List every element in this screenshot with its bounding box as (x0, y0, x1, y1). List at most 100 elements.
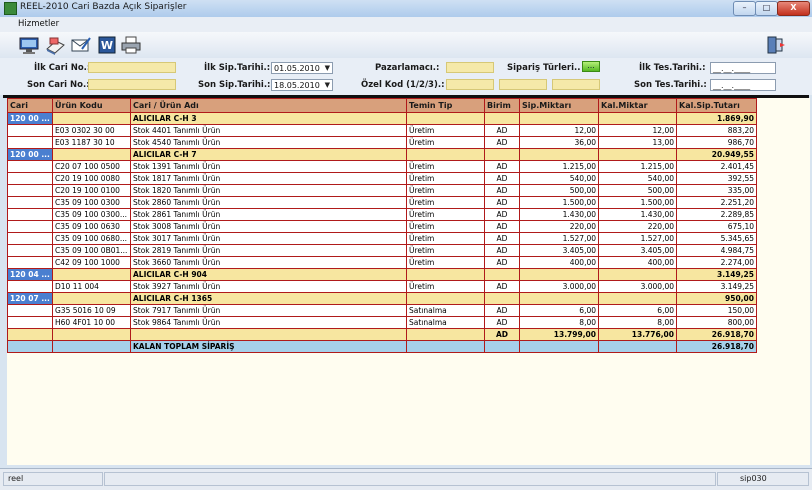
table-row[interactable]: C42 09 100 1000 Stok 3660 Tanımlı Ürün Üre… (7, 256, 757, 269)
table-row[interactable]: C35 09 100 0630 Stok 3008 Tanımlı Ürün Üre… (7, 220, 757, 233)
cell-sip (519, 268, 599, 281)
col-header-birim[interactable]: Birim (484, 98, 520, 113)
ilk-sip-tarihi-picker[interactable]: 01.05.2010 ▼ (271, 62, 333, 74)
ozel-kod-1-input[interactable]: ____ (446, 79, 494, 90)
table-row[interactable]: C35 09 100 0B01... Stok 2819 Tanımlı Ürün… (7, 244, 757, 257)
col-header-urun-kodu[interactable]: Ürün Kodu (52, 98, 131, 113)
col-header-cari-urun-adi[interactable]: Cari / Ürün Adı (130, 98, 407, 113)
cell-cari (7, 136, 53, 149)
son-tes-tarihi-input[interactable]: __.__.____ (710, 79, 776, 91)
exit-door-icon[interactable] (764, 35, 786, 55)
cell-birim (484, 292, 520, 305)
maximize-button[interactable]: □ (755, 1, 778, 16)
cell-temin: Üretim (406, 244, 485, 257)
pazarlamaci-input[interactable]: __ __ (446, 62, 494, 73)
ilk-cari-label: İlk Cari No.: (34, 63, 91, 73)
table-row[interactable]: G35 5016 10 09 Stok 7917 Tanımlı Ürün Satı… (7, 304, 757, 317)
group-row[interactable]: 120 00 ... ALICILAR C-H 7 20.949,55 (7, 148, 757, 161)
cell-kod: H60 4F01 10 00 (52, 316, 131, 329)
cell-sip: 1.430,00 (519, 208, 599, 221)
cell-kod: C20 07 100 0500 (52, 160, 131, 173)
table-row[interactable]: H60 4F01 10 00 Stok 9864 Tanımlı Ürün Satı… (7, 316, 757, 329)
cell-cari (7, 244, 53, 257)
cell-tutar: 26.918,70 (676, 328, 757, 341)
cell-ad: KALAN TOPLAM SİPARİŞ (130, 340, 407, 353)
monitor-icon[interactable] (18, 35, 40, 55)
chevron-down-icon[interactable]: ▼ (325, 80, 330, 91)
title-bar: REEL-2010 Cari Bazda Açık Siparişler – □… (0, 0, 812, 18)
cell-ad: Stok 2861 Tanımlı Ürün (130, 208, 407, 221)
cell-sip: 3.000,00 (519, 280, 599, 293)
cell-kod: C35 09 100 0630 (52, 220, 131, 233)
cell-cari (7, 220, 53, 233)
total-row[interactable]: AD 13.799,00 13.776,00 26.918,70 (7, 328, 757, 341)
table-row[interactable]: C20 19 100 0100 Stok 1820 Tanımlı Ürün Üre… (7, 184, 757, 197)
cell-tutar: 2.251,20 (676, 196, 757, 209)
son-sip-tarihi-label: Son Sip.Tarihi.: (198, 80, 271, 90)
cell-kod: C35 09 100 0300... (52, 208, 131, 221)
envelope-icon[interactable] (70, 35, 92, 55)
group-row[interactable]: 120 04 ... ALICILAR C-H 904 3.149,25 (7, 268, 757, 281)
table-row[interactable]: E03 0302 30 00 Stok 4401 Tanımlı Ürün Üret… (7, 124, 757, 137)
cell-ad: ALICILAR C-H 7 (130, 148, 407, 161)
cell-sip (519, 112, 599, 125)
cell-kod: C35 09 100 0680... (52, 232, 131, 245)
cell-ad: Stok 4401 Tanımlı Ürün (130, 124, 407, 137)
filter-panel: İlk Cari No.: __ __ ____ Son Cari No.: _… (0, 58, 812, 95)
cell-birim: AD (484, 280, 520, 293)
cell-ad: Stok 4540 Tanımlı Ürün (130, 136, 407, 149)
document-icon[interactable] (44, 35, 66, 55)
cell-birim: AD (484, 124, 520, 137)
cell-cari (7, 160, 53, 173)
cell-kal: 400,00 (598, 256, 677, 269)
cell-kod: D10 11 004 (52, 280, 131, 293)
ilk-tes-tarihi-input[interactable]: __.__.____ (710, 62, 776, 74)
table-row[interactable]: C20 07 100 0500 Stok 1391 Tanımlı Ürün Üre… (7, 160, 757, 173)
ozel-kod-2-input[interactable]: ____ (499, 79, 547, 90)
cell-kal: 6,00 (598, 304, 677, 317)
table-row[interactable]: C35 09 100 0300 Stok 2860 Tanımlı Ürün Üre… (7, 196, 757, 209)
cell-cari (7, 172, 53, 185)
table-row[interactable]: D10 11 004 Stok 3927 Tanımlı Ürün Üretim AD… (7, 280, 757, 293)
col-header-kal-sip-tutari[interactable]: Kal.Sip.Tutarı (676, 98, 757, 113)
table-row[interactable]: C35 09 100 0300... Stok 2861 Tanımlı Ürün… (7, 208, 757, 221)
cell-birim: AD (484, 256, 520, 269)
cell-cari (7, 256, 53, 269)
group-row[interactable]: 120 07 ... ALICILAR C-H 1365 950,00 (7, 292, 757, 305)
cell-kod: C20 19 100 0080 (52, 172, 131, 185)
col-header-kal-miktar[interactable]: Kal.Miktar (598, 98, 677, 113)
col-header-temin-tip[interactable]: Temin Tip (406, 98, 485, 113)
son-cari-input[interactable]: __ __ ____ (88, 79, 176, 90)
siparis-turleri-label: Sipariş Türleri.. (507, 63, 581, 73)
grand-total-row[interactable]: KALAN TOPLAM SİPARİŞ 26.918,70 (7, 340, 757, 353)
group-row[interactable]: 120 00 ... ALICILAR C-H 3 1.869,90 (7, 112, 757, 125)
ozel-kod-3-input[interactable]: ____ (552, 79, 600, 90)
col-header-sip-miktari[interactable]: Sip.Miktarı (519, 98, 599, 113)
svg-text:W: W (101, 39, 113, 52)
son-tes-tarihi-label: Son Tes.Tarihi.: (634, 80, 707, 90)
cell-kal: 1.215,00 (598, 160, 677, 173)
cell-ad: Stok 3927 Tanımlı Ürün (130, 280, 407, 293)
printer-icon[interactable] (120, 35, 142, 55)
minimize-button[interactable]: – (733, 1, 756, 16)
siparis-turleri-button[interactable]: ... (582, 61, 600, 72)
chevron-down-icon[interactable]: ▼ (325, 63, 330, 74)
ilk-cari-input[interactable]: __ __ ____ (88, 62, 176, 73)
cell-temin (406, 268, 485, 281)
orders-table: Cari Ürün Kodu Cari / Ürün Adı Temin Tip… (7, 98, 757, 353)
son-sip-tarihi-picker[interactable]: 18.05.2010 ▼ (271, 79, 333, 91)
menu-hizmetler[interactable]: Hizmetler (18, 19, 59, 29)
menu-bar: Hizmetler (0, 17, 812, 32)
cell-cari: 120 00 ... (7, 148, 53, 161)
cell-cari (7, 304, 53, 317)
word-icon[interactable]: W (96, 35, 118, 55)
table-row[interactable]: E03 1187 30 10 Stok 4540 Tanımlı Ürün Üret… (7, 136, 757, 149)
table-row[interactable]: C20 19 100 0080 Stok 1817 Tanımlı Ürün Üre… (7, 172, 757, 185)
cell-cari (7, 232, 53, 245)
cell-cari: 120 04 ... (7, 268, 53, 281)
cell-tutar: 4.984,75 (676, 244, 757, 257)
col-header-cari[interactable]: Cari (7, 98, 53, 113)
table-row[interactable]: C35 09 100 0680... Stok 3017 Tanımlı Ürün… (7, 232, 757, 245)
cell-ad: Stok 9864 Tanımlı Ürün (130, 316, 407, 329)
close-button[interactable]: X (777, 1, 810, 16)
